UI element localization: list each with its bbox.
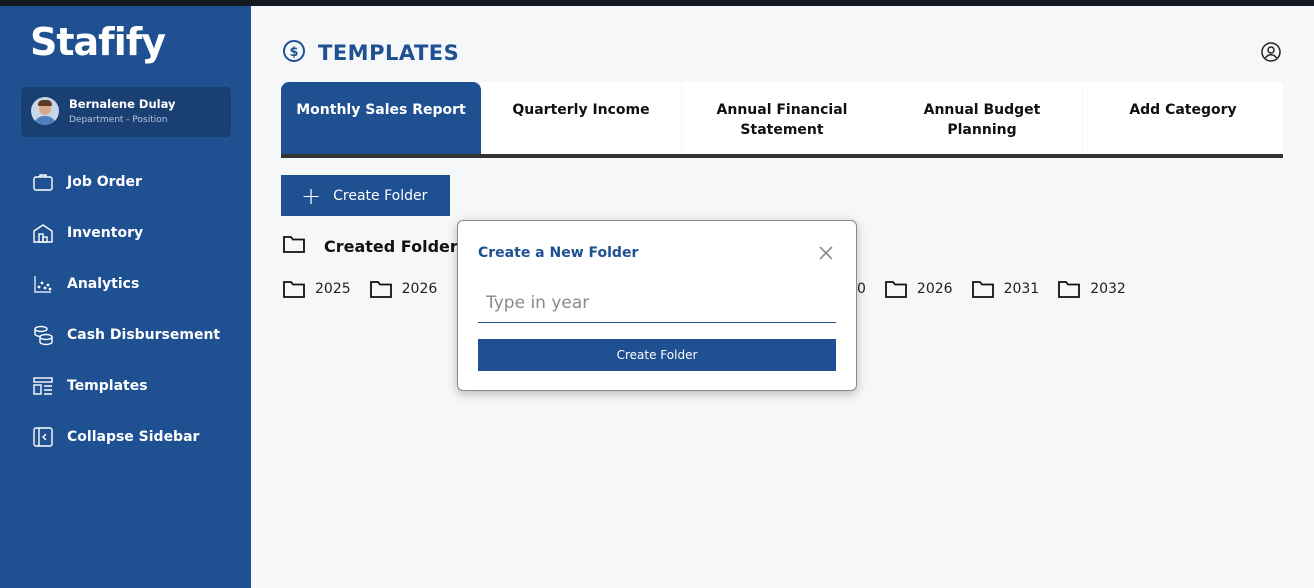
sidebar-item-cash-disbursement[interactable]: Cash Disbursement [0, 309, 251, 360]
sidebar-item-collapse[interactable]: Collapse Sidebar [0, 411, 251, 462]
folder-list-left: 2025 2026 [282, 278, 455, 300]
sidebar-item-job-order[interactable]: Job Order [0, 156, 251, 207]
folder-icon [971, 281, 994, 298]
folder-icon [282, 234, 306, 258]
folder-icon [885, 281, 907, 298]
create-folder-label: Create Folder [333, 187, 428, 204]
modal-create-folder-button[interactable]: Create Folder [478, 339, 836, 371]
folder-item[interactable]: 2026 [369, 279, 438, 299]
category-tabs: Monthly Sales Report Quarterly Income An… [281, 82, 1283, 158]
created-folder-title: Created Folder [324, 236, 458, 256]
create-folder-modal: Create a New Folder Create Folder [457, 220, 857, 391]
folder-label: 2031 [1003, 281, 1040, 297]
tab-label: Annual Budget Planning [923, 102, 1041, 138]
folder-item[interactable]: 2032 [1057, 279, 1126, 299]
folder-item-partial[interactable]: 0 [857, 281, 866, 297]
user-role: Department - Position [69, 115, 168, 125]
tab-quarterly-income[interactable]: Quarterly Income [481, 82, 681, 154]
app-logo: Stafify [30, 20, 166, 64]
folder-icon [1058, 281, 1081, 298]
sidebar-item-label: Cash Disbursement [67, 326, 221, 343]
sidebar-item-label: Templates [67, 377, 148, 394]
tab-add-category[interactable]: Add Category [1083, 82, 1283, 154]
sidebar-nav: Job Order Inventory Analytics Cash Disbu… [0, 156, 251, 462]
folder-icon [369, 281, 392, 298]
folder-item[interactable]: 2025 [282, 279, 351, 299]
sidebar-item-label: Job Order [67, 173, 142, 190]
folder-label: 0 [857, 281, 866, 297]
folder-label: 2032 [1090, 281, 1126, 297]
create-folder-button[interactable]: + Create Folder [281, 175, 450, 216]
user-profile-card[interactable]: Bernalene Dulay Department - Position [21, 87, 231, 137]
user-name: Bernalene Dulay [69, 97, 176, 111]
tab-label: Annual Financial Statement [716, 102, 848, 138]
folder-item[interactable]: 2031 [971, 279, 1040, 299]
tab-annual-budget-planning[interactable]: Annual Budget Planning [882, 82, 1082, 154]
tab-underline [281, 154, 1283, 158]
tab-annual-financial-statement[interactable]: Annual Financial Statement [682, 82, 882, 154]
close-icon[interactable] [818, 245, 834, 261]
dollar-circle-icon: $ [282, 39, 306, 67]
sidebar-item-templates[interactable]: Templates [0, 360, 251, 411]
sidebar-item-label: Analytics [67, 275, 140, 292]
sidebar-item-analytics[interactable]: Analytics [0, 258, 251, 309]
warehouse-icon [32, 222, 54, 244]
layout-template-icon [32, 375, 54, 397]
coins-icon [32, 324, 54, 346]
folder-label: 2026 [401, 281, 438, 297]
collapse-sidebar-icon [32, 426, 54, 448]
created-folder-header: Created Folder [282, 234, 458, 258]
sidebar-item-label: Inventory [67, 224, 144, 241]
sidebar: Stafify Bernalene Dulay Department - Pos… [0, 6, 251, 588]
folder-list-right: 0 2026 2031 2032 [857, 278, 1144, 300]
plus-icon: + [301, 181, 322, 210]
user-circle-icon[interactable] [1260, 41, 1282, 67]
folder-label: 2026 [916, 281, 953, 297]
folder-label: 2025 [315, 281, 351, 297]
sidebar-item-inventory[interactable]: Inventory [0, 207, 251, 258]
modal-title: Create a New Folder [478, 245, 639, 261]
folder-icon [283, 281, 305, 298]
svg-text:$: $ [289, 45, 298, 60]
scatter-chart-icon [32, 273, 54, 295]
sidebar-item-label: Collapse Sidebar [67, 428, 200, 445]
briefcase-icon [32, 171, 54, 193]
avatar [31, 97, 59, 125]
folder-item[interactable]: 2026 [884, 279, 953, 299]
page-title: TEMPLATES [318, 41, 460, 65]
year-input[interactable] [478, 283, 836, 323]
tab-monthly-sales-report[interactable]: Monthly Sales Report [281, 82, 481, 154]
page-header: $ TEMPLATES [282, 39, 459, 67]
